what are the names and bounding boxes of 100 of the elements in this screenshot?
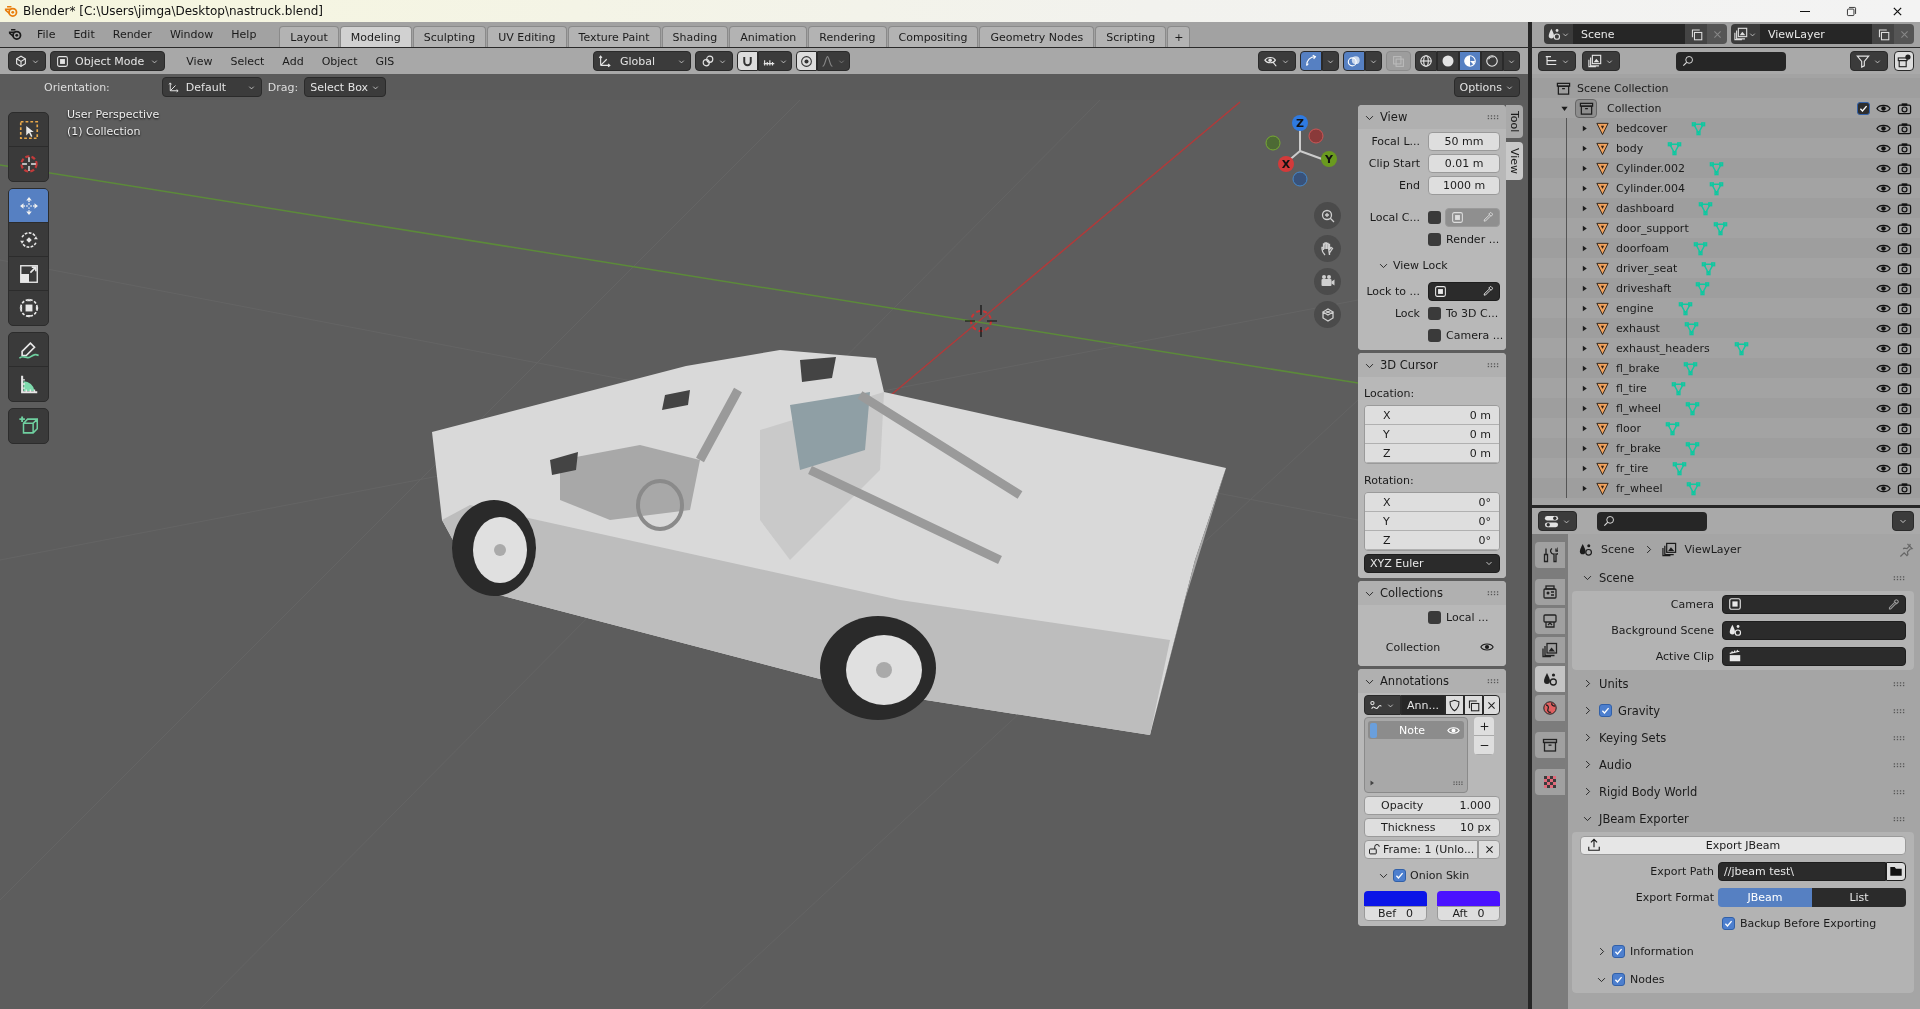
tree-item-label[interactable]: engine: [1616, 301, 1654, 315]
drag-label: Drag:: [267, 80, 299, 94]
number-field[interactable]: 1000 m: [1428, 175, 1500, 195]
tree-item-label[interactable]: Cylinder.002: [1616, 161, 1686, 175]
tree-item-label[interactable]: bedcover: [1616, 121, 1668, 135]
workspace-tab[interactable]: Layout: [279, 26, 339, 47]
panel-title: Units: [1599, 676, 1629, 691]
tree-item-label[interactable]: floor: [1616, 421, 1641, 435]
slider-field[interactable]: Opacity 1.000: [1364, 795, 1500, 815]
field-label: End: [1398, 178, 1421, 192]
subpanel-title: Onion Skin: [1410, 868, 1470, 882]
field-label: Lock: [1393, 306, 1421, 320]
tree-item-label[interactable]: door_support: [1616, 221, 1689, 235]
workspace-tab[interactable]: Geometry Nodes: [979, 26, 1095, 47]
path-field[interactable]: //jbeam test\: [1718, 861, 1886, 881]
tree-item-label[interactable]: doorfoam: [1616, 241, 1670, 255]
menu-item[interactable]: Window: [160, 27, 223, 41]
breadcrumb-item[interactable]: Scene: [1601, 542, 1635, 556]
window-title: Blender* [C:\Users\jimga\Desktop\nastruck.blend]: [23, 4, 324, 18]
tree-item-label[interactable]: fr_tire: [1616, 461, 1649, 475]
field-label: Export Path: [1649, 864, 1715, 878]
layer-name-field[interactable]: Ann...: [1401, 695, 1445, 715]
sidebar-tab[interactable]: Tool: [1506, 105, 1523, 139]
drag-dropdown[interactable]: Select Box: [304, 77, 387, 97]
export-button[interactable]: Export JBeam: [1580, 835, 1906, 855]
workspace-tab[interactable]: Compositing: [887, 26, 979, 47]
panel-title: Rigid Body World: [1599, 784, 1698, 799]
tree-item-label[interactable]: Collection: [1607, 101, 1662, 115]
dropdown[interactable]: XYZ Euler: [1364, 553, 1500, 573]
panel-title: Keying Sets: [1599, 730, 1667, 745]
checkbox-label[interactable]: Camera ...: [1428, 328, 1504, 342]
number-field[interactable]: 0.01 m: [1428, 153, 1500, 173]
workspace-tab[interactable]: Scripting: [1095, 26, 1167, 47]
workspace-tab[interactable]: Rendering: [808, 26, 887, 47]
options-dropdown[interactable]: Options: [1453, 77, 1520, 97]
orientation-dropdown[interactable]: Global: [593, 51, 691, 71]
x-axis-handle[interactable]: X: [1278, 156, 1294, 172]
number-field[interactable]: Bef 0: [1364, 906, 1427, 921]
tree-item-label[interactable]: fl_tire: [1616, 381, 1647, 395]
menu-item[interactable]: Edit: [64, 27, 104, 41]
panel-title: Collections: [1380, 586, 1443, 600]
segment-option[interactable]: JBeam: [1718, 887, 1812, 907]
number-field[interactable]: Aft 0: [1437, 906, 1500, 921]
vector-field[interactable]: X 0°: [1365, 493, 1499, 512]
workspace-tab[interactable]: Sculpting: [412, 26, 487, 47]
number-field[interactable]: 50 mm: [1428, 131, 1500, 151]
panel-title: Audio: [1599, 757, 1632, 772]
field-label: Focal L...: [1370, 134, 1421, 148]
vector-field[interactable]: Z 0°: [1365, 531, 1499, 550]
menu-item[interactable]: Help: [222, 27, 266, 41]
menu-item[interactable]: Select: [223, 54, 272, 68]
checkbox-label[interactable]: Backup Before Exporting: [1722, 916, 1877, 930]
tree-item-label[interactable]: Cylinder.004: [1616, 181, 1686, 195]
vector-field[interactable]: X 0 m: [1365, 406, 1499, 425]
add-workspace-button[interactable]: +: [1167, 26, 1191, 47]
vector-field[interactable]: Z 0 m: [1365, 444, 1499, 463]
panel-title: JBeam Exporter: [1599, 811, 1689, 826]
menu-item[interactable]: View: [179, 54, 220, 68]
tree-item-label[interactable]: dashboard: [1616, 201, 1675, 215]
breadcrumb-item[interactable]: ViewLayer: [1684, 542, 1742, 556]
menu-item[interactable]: Add: [275, 54, 311, 68]
subpanel-title: Information: [1630, 944, 1694, 958]
section-label: Location:: [1364, 386, 1415, 400]
menu-item[interactable]: GIS: [368, 54, 402, 68]
menu-item[interactable]: Render: [103, 27, 161, 41]
section-label: Rotation:: [1364, 473, 1414, 487]
tree-item-label[interactable]: driver_seat: [1616, 261, 1678, 275]
tree-item-label[interactable]: exhaust_headers: [1616, 341, 1710, 355]
panel-title: 3D Cursor: [1380, 358, 1438, 372]
z-axis-handle[interactable]: Z: [1292, 115, 1308, 131]
segment-option[interactable]: List: [1812, 887, 1906, 907]
frame-lock-field[interactable]: Frame: 1 (Unlo...: [1364, 839, 1478, 859]
tree-item-label[interactable]: fr_wheel: [1616, 481, 1663, 495]
tree-item-label[interactable]: fl_brake: [1616, 361, 1660, 375]
checkbox-label[interactable]: Local ...: [1428, 610, 1489, 624]
vector-field[interactable]: Y 0 m: [1365, 425, 1499, 444]
viewport-info-text: (1) Collection: [67, 125, 142, 138]
orientation-dropdown[interactable]: Default: [161, 77, 262, 97]
sidebar-tab[interactable]: View: [1506, 142, 1523, 181]
checkbox-label[interactable]: To 3D C...: [1428, 306, 1499, 320]
tree-item-label[interactable]: fr_brake: [1616, 441, 1661, 455]
tree-item-label[interactable]: exhaust: [1616, 321, 1660, 335]
menu-item[interactable]: File: [28, 27, 65, 41]
workspace-tab[interactable]: Shading: [661, 26, 729, 47]
y-axis-handle[interactable]: Y: [1321, 151, 1337, 167]
workspace-tab[interactable]: Animation: [729, 26, 808, 47]
tree-item-label[interactable]: fl_wheel: [1616, 401, 1661, 415]
tree-item-label[interactable]: body: [1616, 141, 1644, 155]
menu-item[interactable]: Object: [314, 54, 365, 68]
mode-dropdown[interactable]: Object Mode: [50, 51, 166, 71]
slider-field[interactable]: Thickness 10 px: [1364, 817, 1500, 837]
tree-item-label[interactable]: Scene Collection: [1577, 81, 1669, 95]
scene-selector[interactable]: Scene: [1573, 24, 1685, 44]
view-layer-selector[interactable]: ViewLayer: [1760, 24, 1872, 44]
vector-field[interactable]: Y 0°: [1365, 512, 1499, 531]
workspace-tab[interactable]: Modeling: [339, 26, 412, 47]
workspace-tab[interactable]: Texture Paint: [567, 26, 661, 47]
checkbox-label[interactable]: Render ...: [1428, 232, 1500, 246]
tree-item-label[interactable]: driveshaft: [1616, 281, 1672, 295]
workspace-tab[interactable]: UV Editing: [487, 26, 567, 47]
